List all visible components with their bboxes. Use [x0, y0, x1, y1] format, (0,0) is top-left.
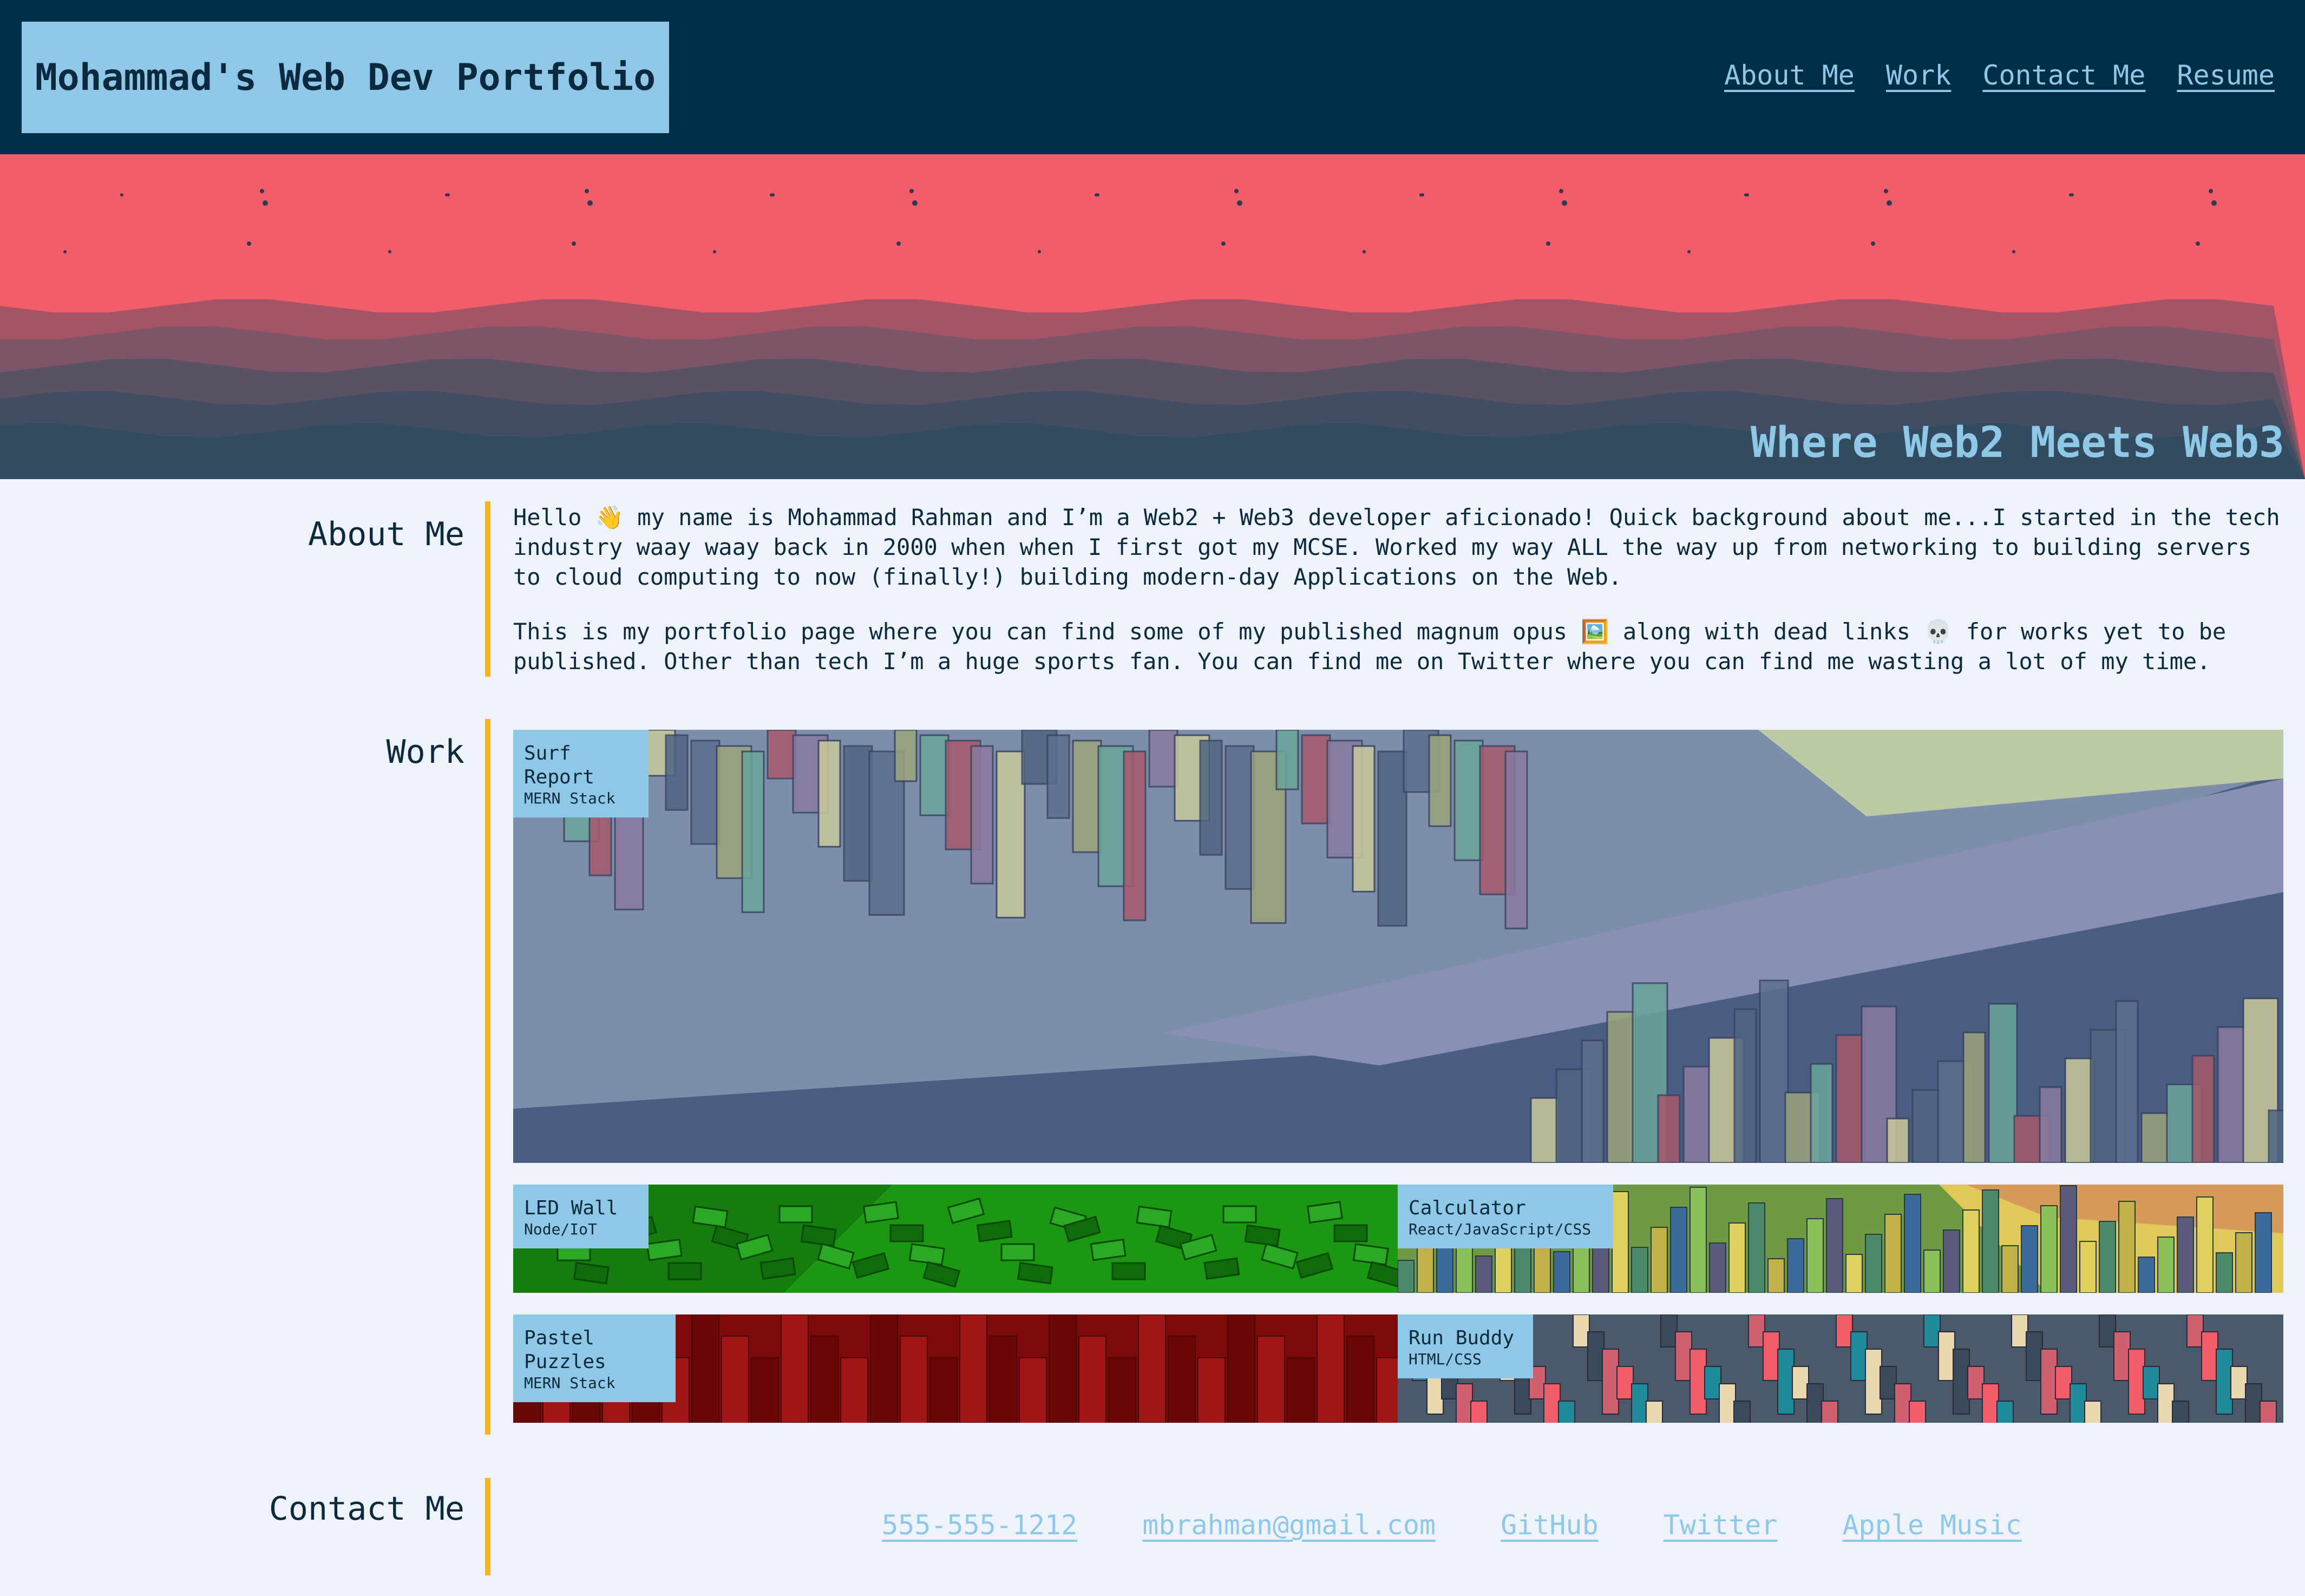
- project-tech: MERN Stack: [524, 789, 615, 807]
- contact-apple-music-link[interactable]: Apple Music: [1842, 1509, 2021, 1541]
- project-label-calculator: Calculator React/JavaScript/CSS: [1398, 1185, 1613, 1248]
- about-paragraph-1: Hello 👋 my name is Mohammad Rahman and I…: [513, 504, 2280, 590]
- nav-work[interactable]: Work: [1886, 60, 1951, 91]
- work-section-bar: [485, 719, 490, 1435]
- contact-email-link[interactable]: mbrahman@gmail.com: [1142, 1509, 1436, 1541]
- hero-banner: Where Web2 Meets Web3: [0, 154, 2305, 479]
- project-title: Run Buddy: [1409, 1327, 1515, 1349]
- project-title: Calculator: [1409, 1197, 1526, 1219]
- nav-contact-me[interactable]: Contact Me: [1982, 60, 2145, 91]
- about-section-bar: [485, 501, 490, 677]
- site-header: Mohammad's Web Dev Portfolio About Me Wo…: [0, 0, 2305, 154]
- project-card-run-buddy[interactable]: Run Buddy HTML/CSS: [1398, 1314, 2283, 1423]
- about-text: Hello 👋 my name is Mohammad Rahman and I…: [513, 502, 2283, 701]
- project-tech: Node/IoT: [524, 1220, 597, 1238]
- about-section-title: About Me: [308, 515, 464, 553]
- project-label-pastel-puzzles: Pastel Puzzles MERN Stack: [513, 1314, 676, 1402]
- hero-tagline: Where Web2 Meets Web3: [1750, 418, 2284, 467]
- contact-github-link[interactable]: GitHub: [1501, 1509, 1599, 1541]
- contact-twitter-link[interactable]: Twitter: [1664, 1509, 1778, 1541]
- surf-report-image: [513, 730, 2283, 1163]
- project-title: Surf Report: [524, 742, 595, 788]
- main-nav: About Me Work Contact Me Resume: [1724, 60, 2275, 91]
- nav-resume[interactable]: Resume: [2177, 60, 2275, 91]
- site-title[interactable]: Mohammad's Web Dev Portfolio: [22, 22, 669, 133]
- contact-links: 555-555-1212 mbrahman@gmail.com GitHub T…: [882, 1509, 2022, 1541]
- project-tech: React/JavaScript/CSS: [1409, 1220, 1592, 1238]
- about-paragraph-2: This is my portfolio page where you can …: [513, 618, 2227, 675]
- contact-section-bar: [485, 1478, 490, 1575]
- project-card-pastel-puzzles[interactable]: Pastel Puzzles MERN Stack: [513, 1314, 1398, 1423]
- contact-section-title: Contact Me: [269, 1490, 464, 1528]
- project-title: LED Wall: [524, 1197, 618, 1219]
- project-label-led-wall: LED Wall Node/IoT: [513, 1185, 649, 1248]
- nav-about-me[interactable]: About Me: [1724, 60, 1855, 91]
- project-card-surf-report[interactable]: Surf Report MERN Stack: [513, 730, 2283, 1163]
- project-tech: MERN Stack: [524, 1374, 615, 1392]
- project-label-run-buddy: Run Buddy HTML/CSS: [1398, 1314, 1533, 1378]
- work-section-title: Work: [386, 733, 465, 771]
- project-label-surf-report: Surf Report MERN Stack: [513, 730, 649, 817]
- project-title: Pastel Puzzles: [524, 1327, 606, 1373]
- project-tech: HTML/CSS: [1409, 1350, 1482, 1368]
- project-card-led-wall[interactable]: LED Wall Node/IoT: [513, 1185, 1398, 1293]
- project-card-calculator[interactable]: Calculator React/JavaScript/CSS: [1398, 1185, 2283, 1293]
- contact-phone-link[interactable]: 555-555-1212: [882, 1509, 1077, 1541]
